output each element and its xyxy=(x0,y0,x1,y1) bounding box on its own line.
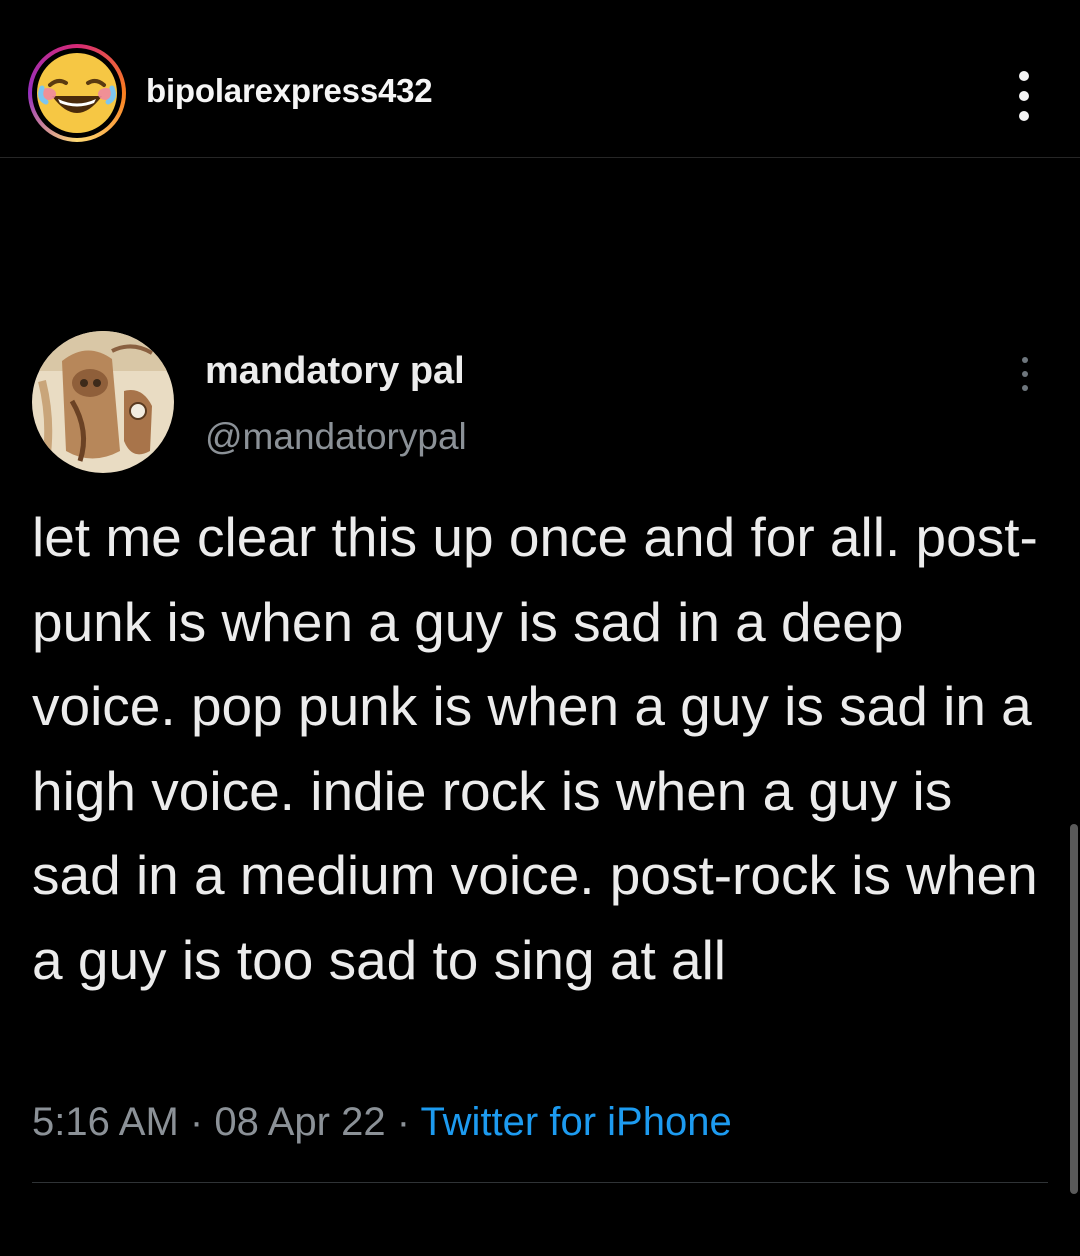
tweet-more-icon[interactable] xyxy=(1010,354,1040,394)
instagram-post-screen: bipolarexpress432 mandatory pal @mandato… xyxy=(0,0,1080,1256)
vertical-ellipsis-icon[interactable] xyxy=(1004,68,1044,124)
post-header: bipolarexpress432 xyxy=(0,0,1080,158)
scrollbar[interactable] xyxy=(1070,824,1078,1194)
post-username[interactable]: bipolarexpress432 xyxy=(146,72,433,110)
tweet-date: 08 Apr 22 xyxy=(214,1100,386,1144)
painting-avatar-icon xyxy=(32,331,174,473)
tweet-handle[interactable]: @mandatorypal xyxy=(205,416,467,458)
laughing-tears-emoji-icon xyxy=(37,53,117,133)
tweet-source-link[interactable]: Twitter for iPhone xyxy=(420,1100,731,1144)
tweet-time: 5:16 AM xyxy=(32,1100,179,1144)
story-ring[interactable] xyxy=(28,44,126,142)
tweet-display-name[interactable]: mandatory pal xyxy=(205,350,465,393)
divider xyxy=(32,1182,1048,1183)
tweet-text: let me clear this up once and for all. p… xyxy=(32,506,1038,991)
meta-separator: · xyxy=(396,1100,411,1144)
tweet-metadata: 5:16 AM · 08 Apr 22 · Twitter for iPhone xyxy=(32,1100,732,1145)
tweet-avatar[interactable] xyxy=(32,331,174,473)
meta-separator: · xyxy=(189,1100,204,1144)
